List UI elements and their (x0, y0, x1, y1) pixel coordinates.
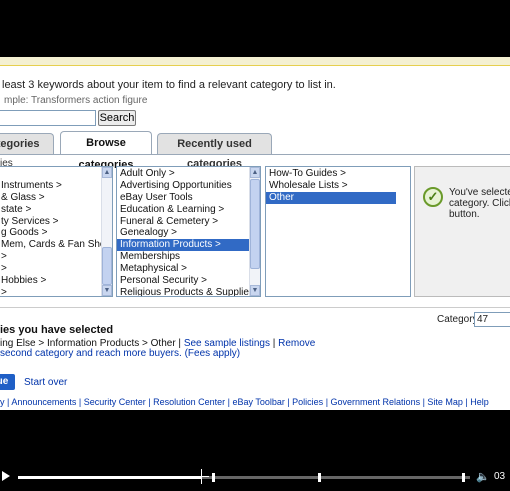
screen-content: least 3 keywords about your item to find… (0, 57, 510, 410)
list-item[interactable]: ty Services > (0, 216, 102, 228)
list-item[interactable]: Religious Products & Supplies > (117, 287, 260, 296)
list-item[interactable]: Advertising Opportunities (117, 180, 249, 192)
separator: | (269, 338, 279, 349)
confirmation-line: category. Click C (449, 198, 510, 209)
list-item[interactable]: & Glass > (0, 192, 102, 204)
tab-divider (0, 154, 510, 155)
list-item[interactable]: Information Products > (117, 239, 249, 252)
checkmark-icon: ✓ (423, 187, 443, 207)
list-items: How-To Guides > Wholesale Lists > Other (266, 168, 396, 204)
confirmation-line: You've selected a (449, 187, 510, 198)
scrollbar[interactable]: ▲ ▼ (101, 167, 112, 296)
seek-progress (18, 476, 202, 479)
playhead-handle[interactable] (194, 469, 210, 484)
video-player-controls: 🔈 03 (0, 464, 510, 491)
fees-link[interactable]: (Fees apply) (185, 348, 241, 359)
list-item[interactable]: Adult Only > (117, 168, 249, 180)
list-item[interactable] (0, 168, 102, 180)
category-list-level1[interactable]: Instruments > & Glass > state > ty Services… (0, 166, 113, 297)
category-number-input[interactable]: 47 (474, 312, 510, 327)
top-banner-strip (0, 57, 510, 66)
tab-suggested-categories[interactable]: categories (0, 133, 54, 154)
list-item[interactable]: How-To Guides > (266, 168, 396, 180)
search-input[interactable] (0, 110, 96, 126)
list-item[interactable]: Funeral & Cemetery > (117, 216, 249, 228)
list-item[interactable]: Memberships (117, 251, 249, 263)
selection-confirmation-panel: ✓ You've selected a category. Click C bu… (414, 166, 510, 297)
list-item[interactable]: Instruments > (0, 180, 102, 192)
seek-bar[interactable] (18, 469, 470, 484)
list-items: Adult Only > Advertising Opportunities eBa… (117, 168, 260, 296)
scroll-down-icon[interactable]: ▼ (102, 285, 112, 296)
timecode: 03 (494, 471, 506, 482)
category-list-level3[interactable]: How-To Guides > Wholesale Lists > Other (265, 166, 411, 297)
remove-link[interactable]: Remove (278, 338, 315, 349)
confirmation-line: button. (449, 209, 480, 220)
list-item[interactable]: > (0, 287, 102, 296)
scroll-up-icon[interactable]: ▲ (102, 167, 112, 178)
chapter-marker (212, 473, 215, 482)
scrollbar[interactable]: ▲ ▼ (249, 167, 260, 296)
list-item[interactable]: Education & Learning > (117, 204, 249, 216)
instructions-text: least 3 keywords about your item to find… (2, 79, 336, 91)
list-item[interactable]: Metaphysical > (117, 263, 249, 275)
tab-recently-used-categories[interactable]: Recently used categories (157, 133, 272, 170)
list-item[interactable]: Hobbies > (0, 275, 102, 287)
list-item[interactable]: state > (0, 204, 102, 216)
chapter-marker (462, 473, 465, 482)
category-list-level2[interactable]: Adult Only > Advertising Opportunities eBa… (116, 166, 261, 297)
list-item[interactable]: Personal Security > (117, 275, 249, 287)
scroll-down-icon[interactable]: ▼ (250, 285, 260, 296)
scroll-thumb[interactable] (250, 179, 260, 269)
scroll-thumb[interactable] (102, 247, 112, 285)
list-item[interactable]: eBay User Tools (117, 192, 249, 204)
volume-icon[interactable]: 🔈 (476, 470, 490, 483)
add-second-category-link[interactable]: second category and reach more buyers. (0, 348, 182, 359)
selected-categories-heading: ies you have selected (0, 324, 114, 336)
search-button[interactable]: Search (98, 110, 136, 126)
continue-button[interactable]: ue (0, 374, 15, 390)
footer-links[interactable]: y | Announcements | Security Center | Re… (0, 397, 489, 407)
list-item[interactable]: > (0, 263, 102, 275)
list-item[interactable]: Mem, Cards & Fan Shop > (0, 239, 112, 251)
list-item[interactable]: Wholesale Lists > (266, 180, 396, 192)
start-over-link[interactable]: Start over (24, 377, 67, 388)
list-item[interactable]: Other (266, 191, 396, 204)
list-item[interactable]: Genealogy > (117, 227, 249, 239)
play-icon[interactable] (2, 471, 10, 481)
list-item[interactable]: g Goods > (0, 227, 102, 239)
section-divider (0, 307, 510, 308)
chapter-marker (318, 473, 321, 482)
scroll-up-icon[interactable]: ▲ (250, 167, 260, 178)
second-category-promo: second category and reach more buyers. (… (0, 348, 240, 359)
tab-browse-categories[interactable]: Browse categories (60, 131, 152, 171)
example-text: mple: Transformers action figure (4, 95, 148, 106)
list-items: Instruments > & Glass > state > ty Services… (0, 168, 112, 296)
list-item[interactable]: > (0, 251, 102, 263)
